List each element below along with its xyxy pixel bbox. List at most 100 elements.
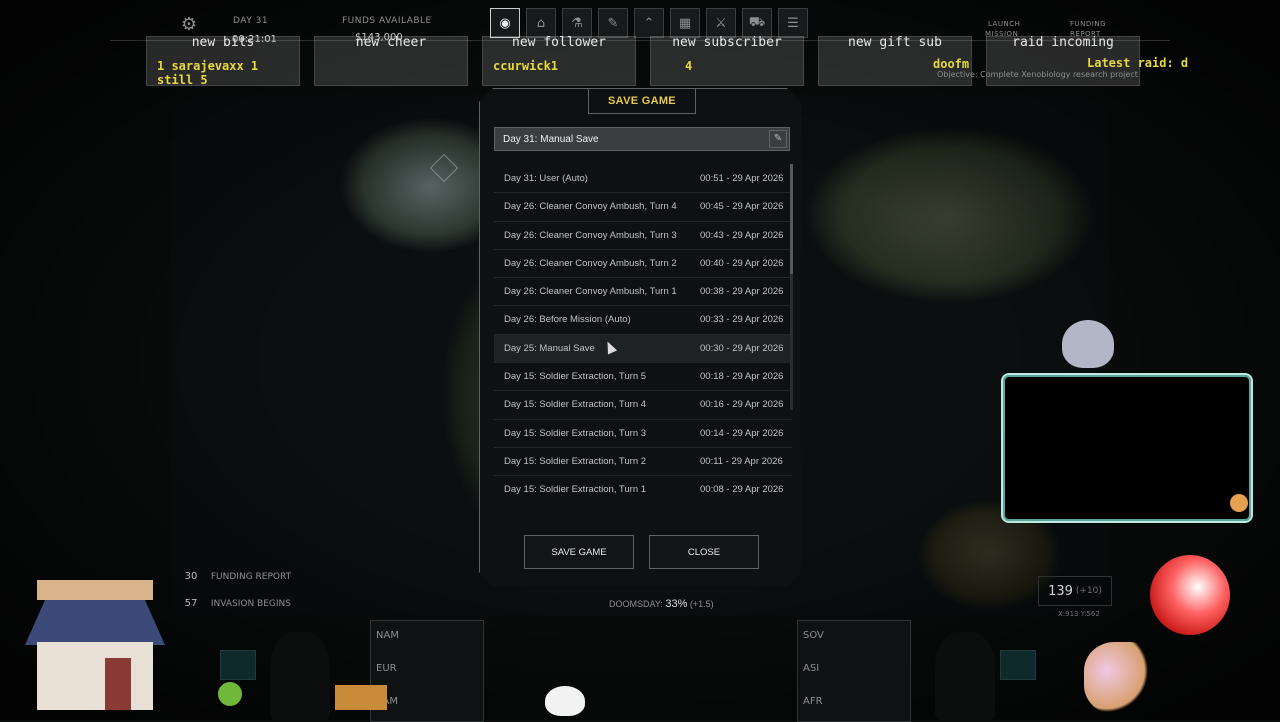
nav-facilities-icon[interactable]: ▦ [670, 8, 700, 38]
save-row-time: 00:40 - 29 Apr 2026 [700, 257, 784, 269]
save-row-time: 00:18 - 29 Apr 2026 [700, 371, 784, 383]
nav-engineering-icon[interactable]: ✎ [598, 8, 628, 38]
alert-new-bits: new bits 1 sarajevaxx 1 still 5 [146, 35, 300, 87]
save-row[interactable]: Day 15: Soldier Extraction, Turn 4 00:16 … [494, 391, 792, 420]
save-row-name: Day 26: Cleaner Convoy Ambush, Turn 4 [504, 201, 677, 213]
alert-value: 1 sarajevaxx 1 still 5 [157, 59, 259, 87]
save-row[interactable]: Day 26: Cleaner Convoy Ambush, Turn 4 00:… [494, 193, 792, 222]
save-name-field[interactable]: ✎ [494, 127, 790, 151]
save-row-name: Day 15: Soldier Extraction, Turn 1 [504, 484, 647, 496]
alert-new-follower: new follower ccurwick1 [482, 35, 636, 86]
save-row-time: 00:33 - 29 Apr 2026 [700, 314, 784, 326]
save-row-time: 00:11 - 29 Apr 2026 [700, 455, 783, 467]
save-row[interactable]: Day 26: Cleaner Convoy Ambush, Turn 1 00:… [494, 278, 792, 307]
save-row-name: Day 26: Cleaner Convoy Ambush, Turn 1 [504, 286, 677, 298]
nav-base-icon[interactable]: ⌂ [526, 8, 556, 38]
cactus-icon [218, 682, 242, 706]
alert-value: 4 [685, 59, 693, 73]
save-row-name: Day 15: Soldier Extraction, Turn 4 [504, 399, 647, 411]
region-asi[interactable]: ASI [803, 663, 819, 674]
edit-pencil-icon[interactable]: ✎ [769, 130, 787, 148]
save-row[interactable]: Day 15: Soldier Extraction, Turn 2 00:11 … [494, 448, 792, 477]
funding-report-label[interactable]: FUNDING [1070, 20, 1106, 28]
region-eur[interactable]: EUR [376, 663, 397, 674]
doomsday-meter: DOOMSDAY: 33% (+1.5) [609, 598, 714, 610]
characters-illustration [1084, 642, 1160, 714]
save-row-name: Day 31: User (Auto) [504, 173, 588, 184]
cursor-coords: X:913 Y:562 [1058, 610, 1100, 618]
timer-label: FUNDING REPORT [210, 572, 292, 582]
save-game-dialog: SAVE GAME ✎ Day 31: User (Auto) 00:51 - 2… [479, 88, 801, 586]
save-row-time: 00:38 - 29 Apr 2026 [700, 286, 784, 298]
save-row[interactable]: Day 25: Manual Save 00:30 - 29 Apr 2026 [494, 334, 792, 364]
timer-funding: 30 FUNDING REPORT [180, 571, 291, 582]
house-roof [25, 600, 165, 645]
house-sign [37, 580, 153, 600]
operator-silhouette-left [270, 632, 330, 720]
resource-counter: 139 (+10) [1038, 576, 1112, 606]
save-row-time: 00:30 - 29 Apr 2026 [700, 342, 784, 354]
save-row[interactable]: Day 26: Cleaner Convoy Ambush, Turn 3 00:… [494, 222, 792, 250]
timer-label: INVASION BEGINS [210, 599, 291, 609]
house-wall [37, 642, 153, 710]
alert-title: raid incoming [1012, 35, 1114, 50]
region-nam[interactable]: NAM [376, 630, 399, 641]
save-row-name: Day 26: Cleaner Convoy Ambush, Turn 2 [504, 257, 677, 269]
dialog-title: SAVE GAME [588, 89, 696, 114]
save-row[interactable]: Day 31: User (Auto) 00:51 - 29 Apr 2026 [494, 165, 792, 194]
resource-value: 139 [1048, 583, 1073, 599]
save-game-button[interactable]: SAVE GAME [524, 535, 634, 569]
latest-raid: Latest raid: d [1087, 56, 1189, 70]
save-row[interactable]: Day 15: Soldier Extraction, Turn 3 00:14 … [494, 420, 792, 448]
save-row[interactable]: Day 26: Before Mission (Auto) 00:33 - 29 … [494, 306, 792, 335]
save-list-scrollbar[interactable] [790, 164, 793, 410]
main-nav: ◉ ⌂ ⚗ ✎ ⌃ ▦ ⚔ ⛟ ☰ [490, 8, 808, 38]
save-row-name: Day 15: Soldier Extraction, Turn 2 [504, 455, 647, 467]
day-label: DAY 31 [233, 16, 269, 26]
region-sov[interactable]: SOV [803, 630, 824, 641]
operator-silhouette-right [935, 632, 995, 720]
save-row-time: 00:51 - 29 Apr 2026 [700, 173, 784, 184]
save-row[interactable]: Day 15: Soldier Extraction, Turn 1 00:08 … [494, 476, 792, 503]
nav-globe-icon[interactable]: ◉ [490, 8, 520, 38]
house-door [105, 658, 131, 710]
nav-market-icon[interactable]: ⛟ [742, 8, 772, 38]
region-afr[interactable]: AFR [803, 696, 823, 707]
scroll-thumb[interactable] [790, 164, 793, 274]
nav-archives-icon[interactable]: ☰ [778, 8, 808, 38]
save-row-time: 00:16 - 29 Apr 2026 [700, 399, 784, 411]
save-row-time: 00:08 - 29 Apr 2026 [700, 484, 784, 496]
alert-new-cheer: new cheer [314, 35, 468, 86]
doomsday-value: 33% [665, 598, 688, 610]
timer-invasion: 57 INVASION BEGINS [180, 598, 291, 609]
timer-days: 30 [184, 571, 198, 582]
save-row[interactable]: Day 15: Soldier Extraction, Turn 5 00:18 … [494, 363, 792, 392]
save-row-time: 00:43 - 29 Apr 2026 [700, 229, 784, 241]
nav-research-icon[interactable]: ⚗ [562, 8, 592, 38]
funds-label: FUNDS AVAILABLE [342, 16, 432, 26]
launch-mission-label[interactable]: LAUNCH [988, 20, 1020, 28]
save-list[interactable]: Day 31: User (Auto) 00:51 - 29 Apr 2026 Da… [494, 165, 792, 503]
alert-title: new follower [512, 35, 606, 50]
save-row-name: Day 15: Soldier Extraction, Turn 5 [504, 371, 647, 383]
save-row-time: 00:45 - 29 Apr 2026 [700, 201, 784, 213]
cat-icon [545, 686, 585, 716]
save-row-name: Day 26: Before Mission (Auto) [504, 314, 631, 326]
cart-icon [335, 685, 387, 710]
save-name-input[interactable] [503, 128, 763, 150]
webcam-frame [1001, 373, 1253, 523]
doomsday-label: DOOMSDAY: [609, 599, 663, 609]
close-button[interactable]: CLOSE [649, 535, 759, 569]
objective-text: Objective: Complete Xenobiology research… [937, 70, 1138, 79]
save-row-name: Day 25: Manual Save [504, 342, 595, 354]
nav-soldiers-icon[interactable]: ⌃ [634, 8, 664, 38]
alert-new-subscriber: new subscriber 4 [650, 35, 804, 86]
resource-delta: (+10) [1075, 586, 1102, 596]
nav-armory-icon[interactable]: ⚔ [706, 8, 736, 38]
settings-gear-icon[interactable]: ⚙ [178, 14, 200, 36]
console-screen-right [1000, 650, 1036, 680]
save-row[interactable]: Day 26: Cleaner Convoy Ambush, Turn 2 00:… [494, 250, 792, 279]
save-row-time: 00:14 - 29 Apr 2026 [700, 427, 784, 439]
rocket-icon [1150, 555, 1230, 635]
alert-value: ccurwick1 [493, 59, 559, 73]
